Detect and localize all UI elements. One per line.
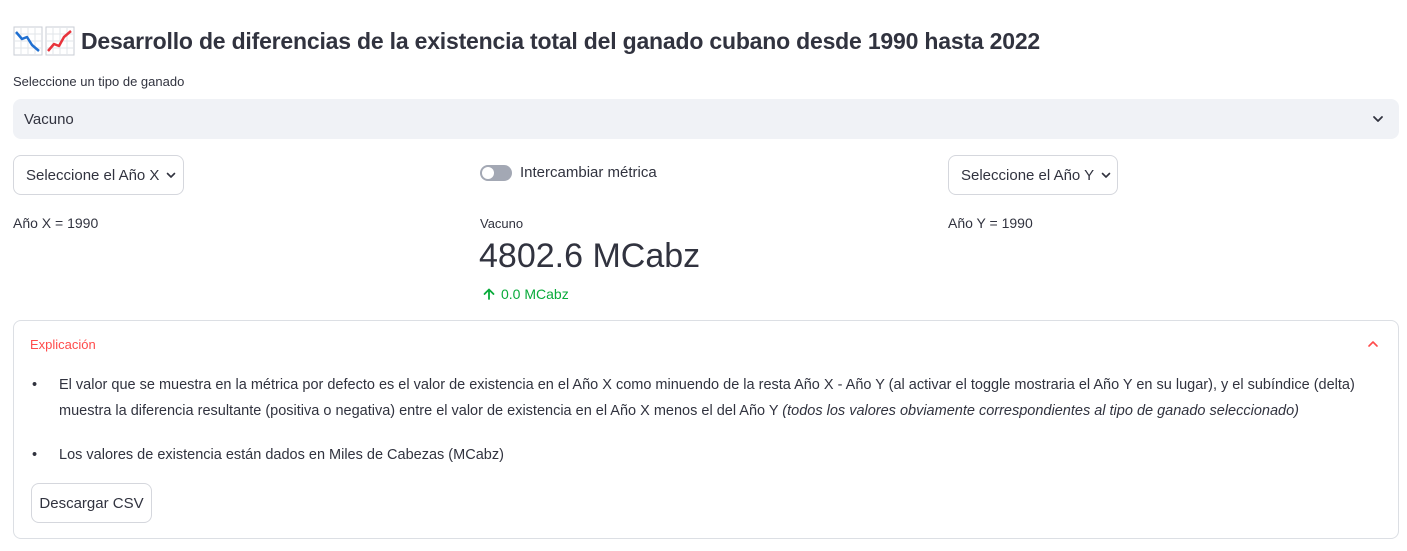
chevron-down-icon: [167, 172, 176, 178]
chevron-down-icon: [1373, 116, 1383, 122]
livestock-select-value: Vacuno: [24, 110, 74, 128]
livestock-select-label: Seleccione un tipo de ganado: [13, 74, 185, 89]
toggle-knob: [482, 166, 494, 179]
list-item: • El valor que se muestra en la métrica …: [32, 372, 1382, 424]
explanation-expander: Explicación • El valor que se muestra en…: [13, 320, 1399, 539]
list-item: • Los valores de existencia están dados …: [32, 442, 1382, 468]
year-y-display: Año Y = 1990: [948, 215, 1033, 231]
explanation-expander-header[interactable]: Explicación: [14, 321, 1398, 367]
metric-value: 4802.6 MCabz: [479, 237, 701, 275]
year-x-display: Año X = 1990: [13, 215, 99, 231]
bullet-icon: •: [32, 377, 38, 393]
year-x-button-label: Seleccione el Año X: [26, 166, 160, 184]
year-y-button-label: Seleccione el Año Y: [961, 166, 1095, 184]
arrow-up-icon: [483, 288, 495, 300]
chart-increasing-icon: [45, 26, 75, 56]
page-title: Desarrollo de diferencias de la existenc…: [81, 27, 1041, 54]
chart-decreasing-icon: [13, 26, 43, 56]
chevron-down-icon: [1101, 172, 1111, 178]
page-header: Desarrollo de diferencias de la existenc…: [13, 24, 1040, 58]
chevron-up-icon: [1368, 341, 1378, 347]
bullet-icon: •: [32, 447, 38, 463]
metric-label: Vacuno: [480, 216, 524, 231]
explanation-list: • El valor que se muestra en la métrica …: [32, 372, 1382, 468]
title-emoji-icons: [13, 26, 75, 56]
swap-metric-toggle[interactable]: Intercambiar métrica: [480, 164, 657, 181]
swap-metric-toggle-label: Intercambiar métrica: [520, 164, 657, 181]
explanation-expander-title: Explicación: [30, 336, 96, 352]
year-x-popover-button[interactable]: Seleccione el Año X: [13, 155, 184, 195]
metric-delta-value: 0.0 MCabz: [501, 286, 569, 302]
download-csv-button[interactable]: Descargar CSV: [31, 483, 152, 523]
toggle-track[interactable]: [480, 164, 512, 181]
livestock-select[interactable]: Vacuno: [13, 99, 1399, 139]
explanation-text-2: Los valores de existencia están dados en…: [59, 447, 504, 463]
metric-delta: 0.0 MCabz: [482, 286, 569, 302]
explanation-text-1-italic: (todos los valores obviamente correspond…: [782, 403, 1299, 419]
year-y-popover-button[interactable]: Seleccione el Año Y: [948, 155, 1118, 195]
app-page: Desarrollo de diferencias de la existenc…: [0, 0, 1407, 551]
